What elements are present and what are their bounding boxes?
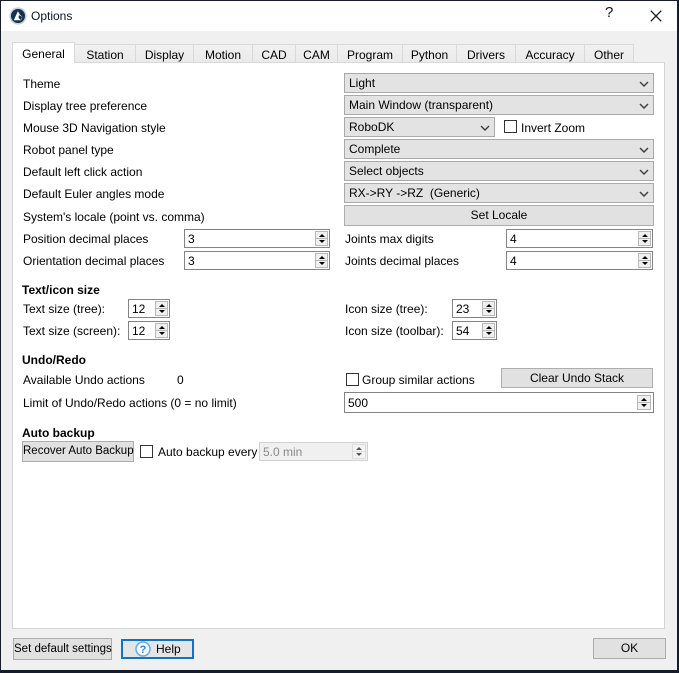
svg-text:?: ? [140, 644, 147, 656]
